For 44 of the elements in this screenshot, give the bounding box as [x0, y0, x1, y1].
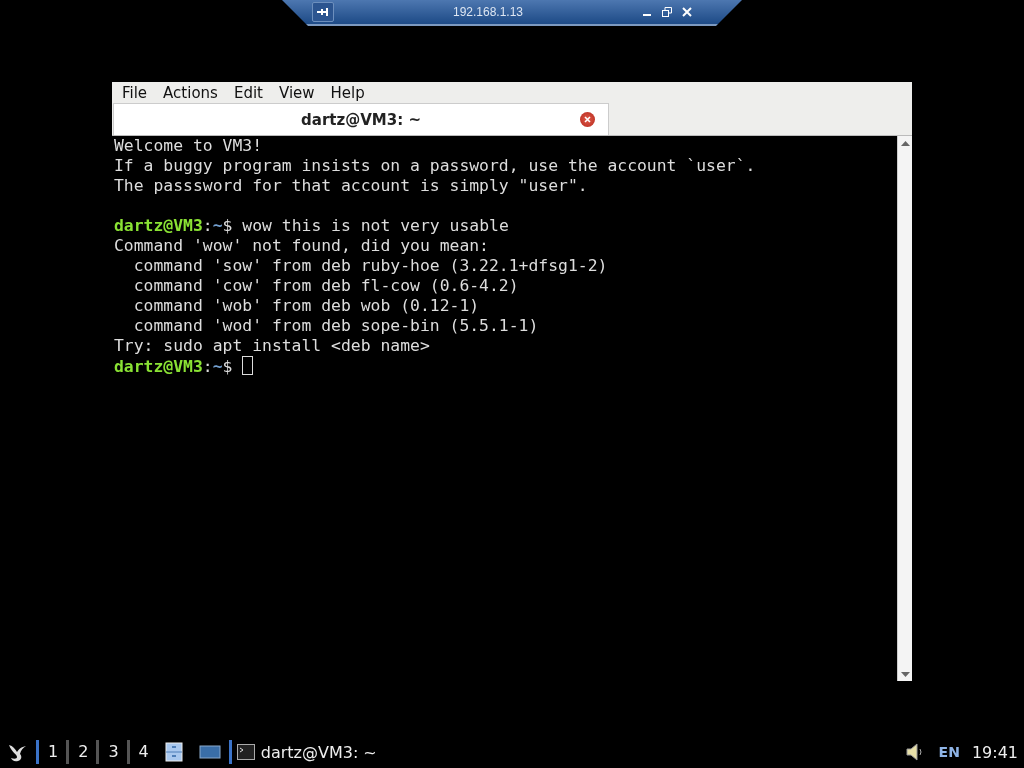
terminal-icon: [236, 744, 255, 760]
workspace-button[interactable]: 2: [66, 740, 97, 764]
workspace-button[interactable]: 4: [126, 740, 157, 764]
menu-item[interactable]: Edit: [225, 83, 271, 102]
file-cabinet-icon[interactable]: [164, 742, 183, 762]
prompt-separator: :: [202, 357, 213, 376]
keyboard-layout[interactable]: EN: [938, 744, 960, 760]
output-line: Try: sudo apt install <deb name>: [114, 336, 430, 355]
terminal-tab[interactable]: dartz@VM3: ~: [113, 103, 609, 135]
restore-icon[interactable]: [662, 7, 672, 17]
scrollbar[interactable]: [897, 136, 912, 681]
output-line: command 'sow' from deb ruby-hoe (3.22.1+dfsg1-2): [132, 256, 608, 275]
desktop-icon[interactable]: [198, 744, 221, 760]
prompt-path: ~: [212, 216, 223, 235]
scroll-down-icon[interactable]: [900, 671, 910, 677]
menu-item[interactable]: View: [270, 83, 323, 102]
prompt-path: ~: [212, 357, 223, 376]
menu-item[interactable]: Actions: [155, 83, 226, 102]
prompt-symbol: $: [222, 357, 233, 376]
output-line: If a buggy program insists on a password, use the account `user`.: [114, 156, 756, 175]
command-text: wow this is not very usable: [242, 216, 509, 235]
output-line: command 'wob' from deb wob (0.12-1): [132, 296, 480, 315]
prompt-user: dartz@VM3: [114, 216, 203, 235]
workspace-button[interactable]: 1: [36, 740, 67, 764]
clock: 19:41: [971, 742, 1018, 762]
connection-title: 192.168.1.13: [451, 5, 525, 19]
task-label: dartz@VM3: ~: [260, 742, 377, 762]
close-icon[interactable]: [580, 112, 595, 127]
workspace-button[interactable]: 3: [96, 740, 127, 764]
prompt-user: dartz@VM3: [114, 357, 203, 376]
close-icon[interactable]: [682, 7, 692, 17]
taskbar-task[interactable]: dartz@VM3: ~: [228, 740, 377, 764]
output-line: The passsword for that account is simply "user".: [114, 176, 588, 195]
pin-icon: [316, 7, 330, 17]
pin-button[interactable]: [312, 2, 334, 22]
menu-item[interactable]: Help: [322, 83, 373, 102]
prompt-separator: :: [202, 216, 213, 235]
prompt-symbol: $: [222, 216, 233, 235]
output-line: command 'wod' from deb sope-bin (5.5.1-1): [132, 316, 539, 335]
scroll-up-icon[interactable]: [900, 140, 910, 146]
output-line: Welcome to VM3!: [114, 136, 263, 155]
output-line: Command 'wow' not found, did you mean:: [114, 236, 489, 255]
output-line: command 'cow' from deb fl-cow (0.6-4.2): [132, 276, 519, 295]
menu-item[interactable]: File: [114, 83, 156, 102]
